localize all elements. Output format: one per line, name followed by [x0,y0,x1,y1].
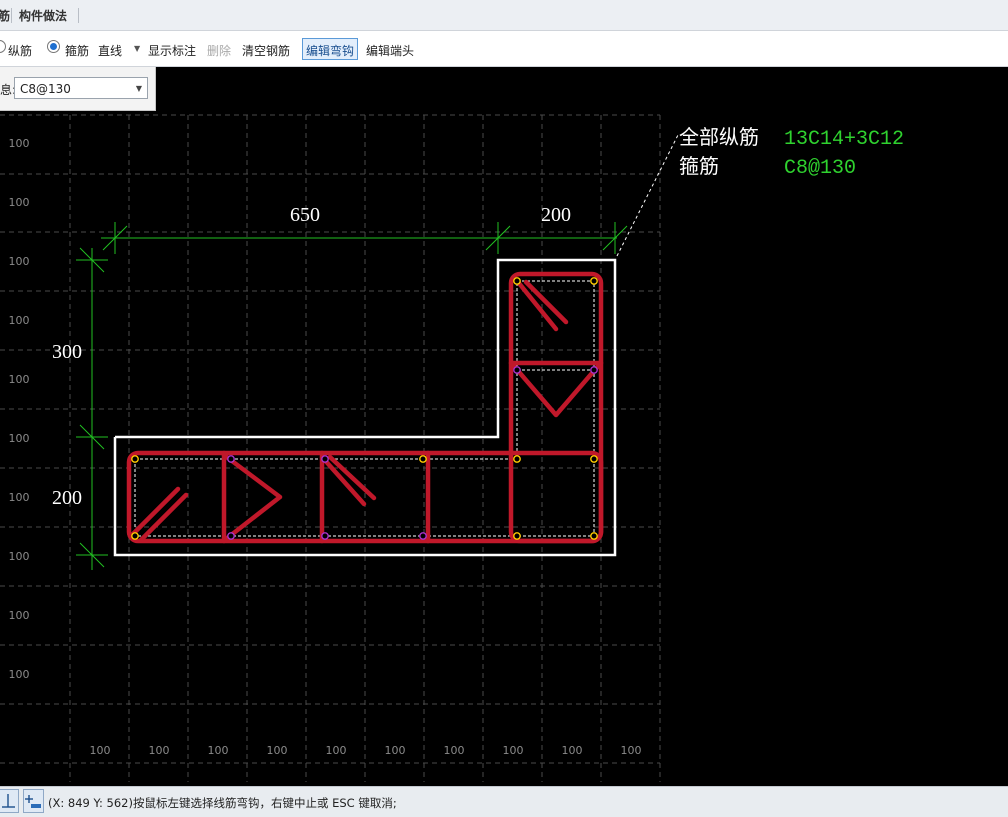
annotation-longitudinal-value: 13C14+3C12 [784,128,904,151]
grid-label-left: 100 [9,491,30,504]
grid-label-left: 100 [9,668,30,681]
annotation-leader [616,134,679,257]
stirrup-select-value: C8@130 [20,82,71,96]
stirrup-select[interactable]: C8@130 ▼ [14,77,148,99]
grid-label-bottom: 100 [208,744,229,757]
snap-toggle-icon[interactable] [23,789,44,813]
grid-label-left: 100 [9,196,30,209]
grid-label-bottom: 100 [444,744,465,757]
dimension-top-right: 200 [541,204,571,226]
annotation-stirrup-value: C8@130 [784,157,856,180]
grid-label-bottom: 100 [149,744,170,757]
dimension-left-upper: 300 [52,341,82,363]
annotation-stirrup-label: 箍筋 [679,154,719,178]
ortho-toggle-icon[interactable] [0,789,19,813]
drawing-canvas[interactable]: 100 100 100 100 100 100 100 100 100 100 100 100 100 1… [0,0,1008,786]
status-bar: (X: 849 Y: 562)按鼠标左键选择线筋弯钩，右键中止或 ESC 键取消… [0,786,1008,817]
grid-label-left: 100 [9,550,30,563]
chevron-down-icon: ▼ [135,84,142,93]
grid-label-left: 100 [9,137,30,150]
grid-label-left: 100 [9,255,30,268]
grid-label-bottom: 100 [326,744,347,757]
grid-label-left: 100 [9,609,30,622]
grid-label-bottom: 100 [90,744,111,757]
stirrup-info-panel: 息: C8@130 ▼ [0,67,156,111]
grid-label-bottom: 100 [503,744,524,757]
grid-label-bottom: 100 [562,744,583,757]
grid-label-left: 100 [9,314,30,327]
grid-label-left: 100 [9,373,30,386]
status-message: (X: 849 Y: 562)按鼠标左键选择线筋弯钩，右键中止或 ESC 键取消… [48,796,397,810]
grid-label-bottom: 100 [267,744,288,757]
annotation-longitudinal-label: 全部纵筋 [679,125,759,149]
hook-arrow [510,362,602,418]
grid-label-bottom: 100 [621,744,642,757]
grid-label-bottom: 100 [385,744,406,757]
dimension-left-lower: 200 [52,487,82,509]
dimension-top-left: 650 [290,204,320,226]
grid-label-left: 100 [9,432,30,445]
grid-labels: 100 100 100 100 100 100 100 100 100 100 100 100 100 1… [9,137,642,757]
